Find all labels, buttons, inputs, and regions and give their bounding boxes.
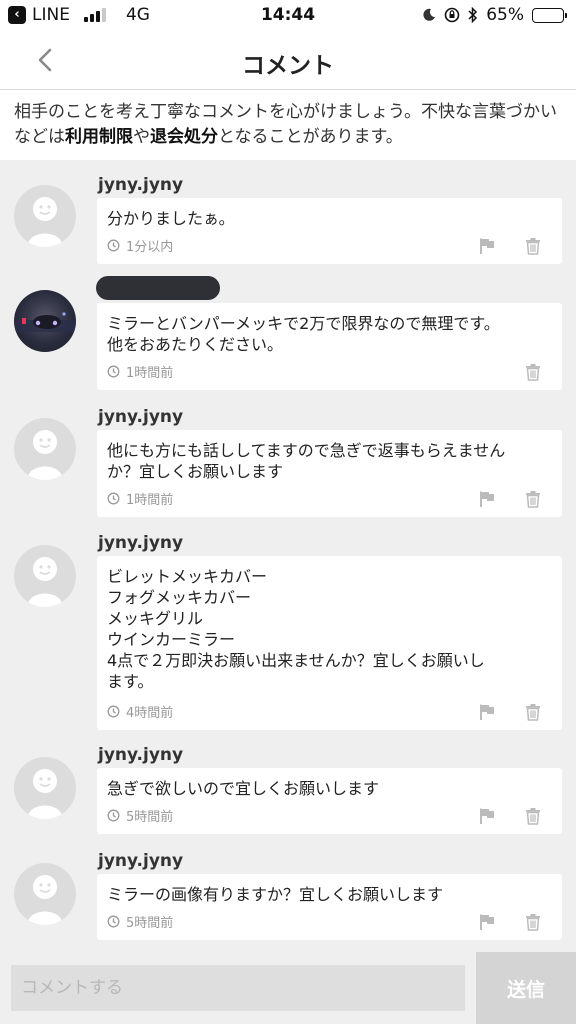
comment-text: 分かりましたぁ。 bbox=[107, 209, 235, 228]
comment-meta: 1時間前 bbox=[107, 362, 173, 381]
clock-icon bbox=[107, 915, 120, 928]
report-flag-icon[interactable] bbox=[478, 703, 496, 721]
comment-time: 1時間前 bbox=[126, 366, 174, 381]
comment-time: 1時間前 bbox=[126, 493, 174, 508]
clock-icon bbox=[107, 239, 120, 252]
report-flag-icon[interactable] bbox=[478, 237, 496, 255]
report-flag-icon[interactable] bbox=[478, 807, 496, 825]
avatar[interactable] bbox=[14, 185, 76, 247]
comment-input[interactable] bbox=[11, 965, 465, 1011]
comment-username[interactable]: jyny.jyny bbox=[98, 175, 183, 195]
notice-text-2: や bbox=[133, 127, 150, 147]
comment-text: ミラーとバンパーメッキで2万で限界なので無理です。 他をおあたりください。 bbox=[107, 314, 500, 354]
battery-icon bbox=[532, 7, 567, 23]
battery-percent: 65% bbox=[486, 5, 524, 25]
send-button[interactable]: 送信 bbox=[476, 952, 576, 1024]
comment-time: 4時間前 bbox=[126, 706, 174, 721]
comment-text: 他にも方にも話ししてますので急ぎで返事もらえません か？宜しくお願いします bbox=[107, 441, 506, 481]
bluetooth-icon bbox=[468, 7, 478, 23]
comment-time: 5時間前 bbox=[126, 916, 174, 931]
page-title: コメント bbox=[242, 53, 334, 79]
comment-actions bbox=[478, 237, 542, 255]
moon-icon bbox=[423, 8, 436, 21]
delete-trash-icon[interactable] bbox=[524, 703, 542, 721]
comment-meta: 4時間前 bbox=[107, 702, 173, 721]
comment-text: 急ぎで欲しいので宜しくお願いします bbox=[107, 779, 380, 798]
clock-icon bbox=[107, 492, 120, 505]
comment-bubble: ミラーの画像有りますか？宜しくお願いします 5時間前 bbox=[97, 874, 562, 940]
comment-actions bbox=[478, 490, 542, 508]
comment-bubble: 分かりましたぁ。 1分以内 bbox=[97, 198, 562, 264]
comment-meta: 1分以内 bbox=[107, 236, 173, 255]
comment-bubble: ミラーとバンパーメッキで2万で限界なので無理です。 他をおあたりください。 1時… bbox=[97, 303, 562, 390]
clock-icon bbox=[107, 705, 120, 718]
status-right: 65% bbox=[422, 5, 567, 25]
comment-actions bbox=[524, 363, 542, 381]
comment-actions bbox=[478, 703, 542, 721]
clock-icon bbox=[107, 809, 120, 822]
comment-username[interactable]: jyny.jyny bbox=[98, 745, 183, 765]
comment-text: ミラーの画像有りますか？宜しくお願いします bbox=[107, 885, 444, 904]
avatar-photo[interactable] bbox=[14, 290, 76, 352]
notice-text-3: となることがあります。 bbox=[218, 127, 403, 147]
avatar[interactable] bbox=[14, 757, 76, 819]
notice-usage-restriction: 利用制限 bbox=[65, 127, 133, 147]
avatar[interactable] bbox=[14, 418, 76, 480]
avatar[interactable] bbox=[14, 545, 76, 607]
comment-bubble: 急ぎで欲しいので宜しくお願いします 5時間前 bbox=[97, 768, 562, 834]
navigation-bar: コメント bbox=[0, 32, 576, 90]
comment-meta: 5時間前 bbox=[107, 806, 173, 825]
avatar[interactable] bbox=[14, 863, 76, 925]
comment-input-bar: 送信 bbox=[0, 952, 576, 1024]
report-flag-icon[interactable] bbox=[478, 913, 496, 931]
comment-list: jyny.jyny 分かりましたぁ。 1分以内 ミラーとバンパーメッキで2万で限… bbox=[0, 160, 576, 952]
comment-text: ビレットメッキカバー フォグメッキカバー メッキグリル ウインカーミラー 4点で… bbox=[107, 567, 485, 691]
clock-icon bbox=[107, 365, 120, 378]
comment-time: 5時間前 bbox=[126, 810, 174, 825]
comment-guideline-notice: 相手のことを考え丁寧なコメントを心がけましょう。不快な言葉づかいなどは利用制限や… bbox=[0, 90, 576, 160]
rotation-lock-icon bbox=[444, 7, 460, 23]
comment-username[interactable]: jyny.jyny bbox=[98, 407, 183, 427]
comment-meta: 1時間前 bbox=[107, 489, 173, 508]
comment-meta: 5時間前 bbox=[107, 912, 173, 931]
comment-bubble: ビレットメッキカバー フォグメッキカバー メッキグリル ウインカーミラー 4点で… bbox=[97, 556, 562, 730]
comment-actions bbox=[478, 807, 542, 825]
comment-actions bbox=[478, 913, 542, 931]
comment-bubble: 他にも方にも話ししてますので急ぎで返事もらえません か？宜しくお願いします 1時… bbox=[97, 430, 562, 517]
comment-username[interactable]: jyny.jyny bbox=[98, 851, 183, 871]
status-bar: ‹ LINE 4G 14:44 65% bbox=[0, 0, 576, 32]
delete-trash-icon[interactable] bbox=[524, 490, 542, 508]
report-flag-icon[interactable] bbox=[478, 490, 496, 508]
comment-time: 1分以内 bbox=[126, 240, 174, 255]
delete-trash-icon[interactable] bbox=[524, 807, 542, 825]
delete-trash-icon[interactable] bbox=[524, 363, 542, 381]
delete-trash-icon[interactable] bbox=[524, 913, 542, 931]
comment-username[interactable]: jyny.jyny bbox=[98, 533, 183, 553]
redacted-username bbox=[96, 276, 220, 300]
notice-account-termination: 退会処分 bbox=[150, 127, 218, 147]
delete-trash-icon[interactable] bbox=[524, 237, 542, 255]
